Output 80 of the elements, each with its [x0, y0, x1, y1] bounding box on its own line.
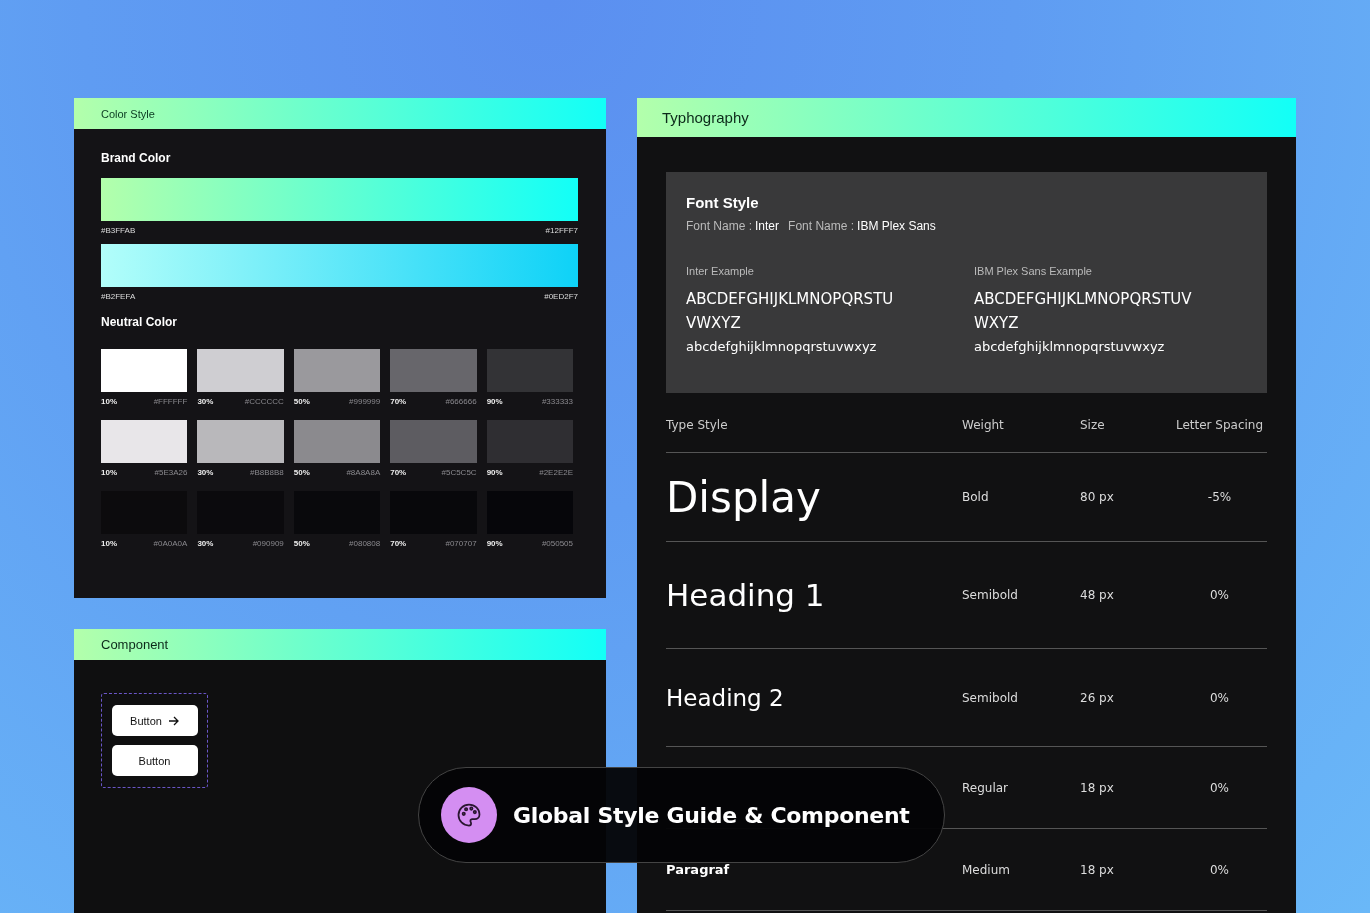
hex-label: #999999 [349, 397, 381, 406]
example-label: IBM Plex Sans Example [974, 265, 1093, 277]
uppercase-sample: ABCDEFGHIJKLMNOPQRSTUV [974, 289, 1193, 310]
letter-spacing-cell-text: 0% [1208, 588, 1230, 602]
column-header: Weight [962, 418, 1005, 432]
panel-title: Font Style [686, 194, 760, 211]
arrow-right-icon [167, 715, 179, 726]
weight-cell-text: Regular [962, 780, 1010, 795]
example-label: Inter Example [686, 265, 755, 277]
font-name-label: Font Name : [788, 219, 855, 233]
hex-label: #5C5C5C [441, 468, 477, 477]
hex-label: #333333 [541, 397, 574, 406]
hex-label: #8A8A8A [346, 468, 381, 477]
type-style-sample: Display [666, 472, 821, 522]
uppercase-sample: WXYZ [974, 313, 1020, 334]
percent-label: 30% [197, 468, 214, 477]
hex-label: #B3FFAB [101, 226, 136, 235]
percent-label: 10% [101, 397, 117, 406]
percent-label: 50% [293, 397, 310, 406]
percent-label: 10% [101, 539, 117, 548]
size-cell-text: 26 px [1080, 690, 1115, 705]
font-name-value: Inter [755, 219, 780, 233]
hex-label: #5E3A26 [154, 468, 188, 477]
percent-label: 90% [486, 397, 503, 406]
uppercase-sample: ABCDEFGHIJKLMNOPQRSTU [686, 289, 895, 310]
type-style-sample: Paragraf [666, 862, 730, 877]
lowercase-sample: abcdefghijklmnopqrstuvwxyz [974, 339, 1166, 354]
percent-label: 70% [390, 539, 407, 548]
card-header: Component [74, 629, 606, 660]
column-header: Type Style [666, 418, 729, 432]
hex-label: #666666 [445, 397, 477, 406]
size-cell-text: 80 px [1080, 490, 1115, 504]
hex-label: #B2FEFA [101, 292, 136, 301]
percent-label: 70% [390, 397, 407, 406]
column-header: Size [1080, 418, 1106, 432]
hex-label: #080808 [349, 539, 381, 548]
percent-label: 30% [197, 397, 214, 406]
hex-label: #050505 [541, 539, 574, 548]
card-header: Color Style [74, 98, 606, 129]
banner-title: Global Style Guide & Component [513, 802, 910, 828]
hex-label: #0ED2F7 [544, 292, 578, 301]
percent-label: 50% [293, 539, 310, 548]
uppercase-sample: VWXYZ [686, 313, 742, 334]
percent-label: 90% [486, 468, 503, 477]
letter-spacing-cell-text: 0% [1208, 780, 1230, 795]
hex-label: #090909 [252, 539, 284, 548]
size-cell-text: 18 px [1080, 862, 1115, 877]
hex-label: #FFFFFF [153, 397, 188, 406]
weight-cell-text: Medium [962, 862, 1011, 877]
percent-label: 10% [101, 468, 117, 477]
size-cell-text: 18 px [1080, 780, 1115, 795]
percent-label: 70% [390, 468, 407, 477]
weight-cell-text: Semibold [962, 690, 1019, 705]
sample-button[interactable]: Button [111, 745, 198, 776]
palette-icon [441, 787, 497, 843]
type-style-sample: Heading 2 [666, 684, 784, 711]
section-title: Neutral Color [101, 315, 178, 329]
sample-button[interactable]: Button [111, 705, 198, 736]
column-header: Letter Spacing [1174, 418, 1265, 432]
hex-label: #2E2E2E [539, 468, 574, 477]
font-name-value: IBM Plex Sans [857, 219, 936, 233]
font-name-label: Font Name : [686, 219, 753, 233]
size-cell-text: 48 px [1080, 588, 1115, 602]
lowercase-sample: abcdefghijklmnopqrstuvwxyz [686, 339, 878, 354]
letter-spacing-cell-text: -5% [1206, 490, 1233, 504]
hex-label: #B8B8B8 [250, 468, 284, 477]
percent-label: 50% [293, 468, 310, 477]
type-style-sample: Heading 1 [666, 577, 825, 613]
section-title: Brand Color [101, 151, 172, 165]
weight-cell-text: Semibold [962, 588, 1019, 602]
card-header: Typhography [637, 98, 1296, 137]
weight-cell-text: Bold [962, 490, 990, 504]
percent-label: 30% [197, 539, 214, 548]
percent-label: 90% [486, 539, 503, 548]
hex-label: #070707 [445, 539, 477, 548]
hex-label: #CCCCCC [244, 397, 284, 406]
letter-spacing-cell-text: 0% [1208, 862, 1230, 877]
hex-label: #0A0A0A [153, 539, 188, 548]
hex-label: #12FFF7 [545, 226, 578, 235]
letter-spacing-cell-text: 0% [1208, 690, 1230, 705]
